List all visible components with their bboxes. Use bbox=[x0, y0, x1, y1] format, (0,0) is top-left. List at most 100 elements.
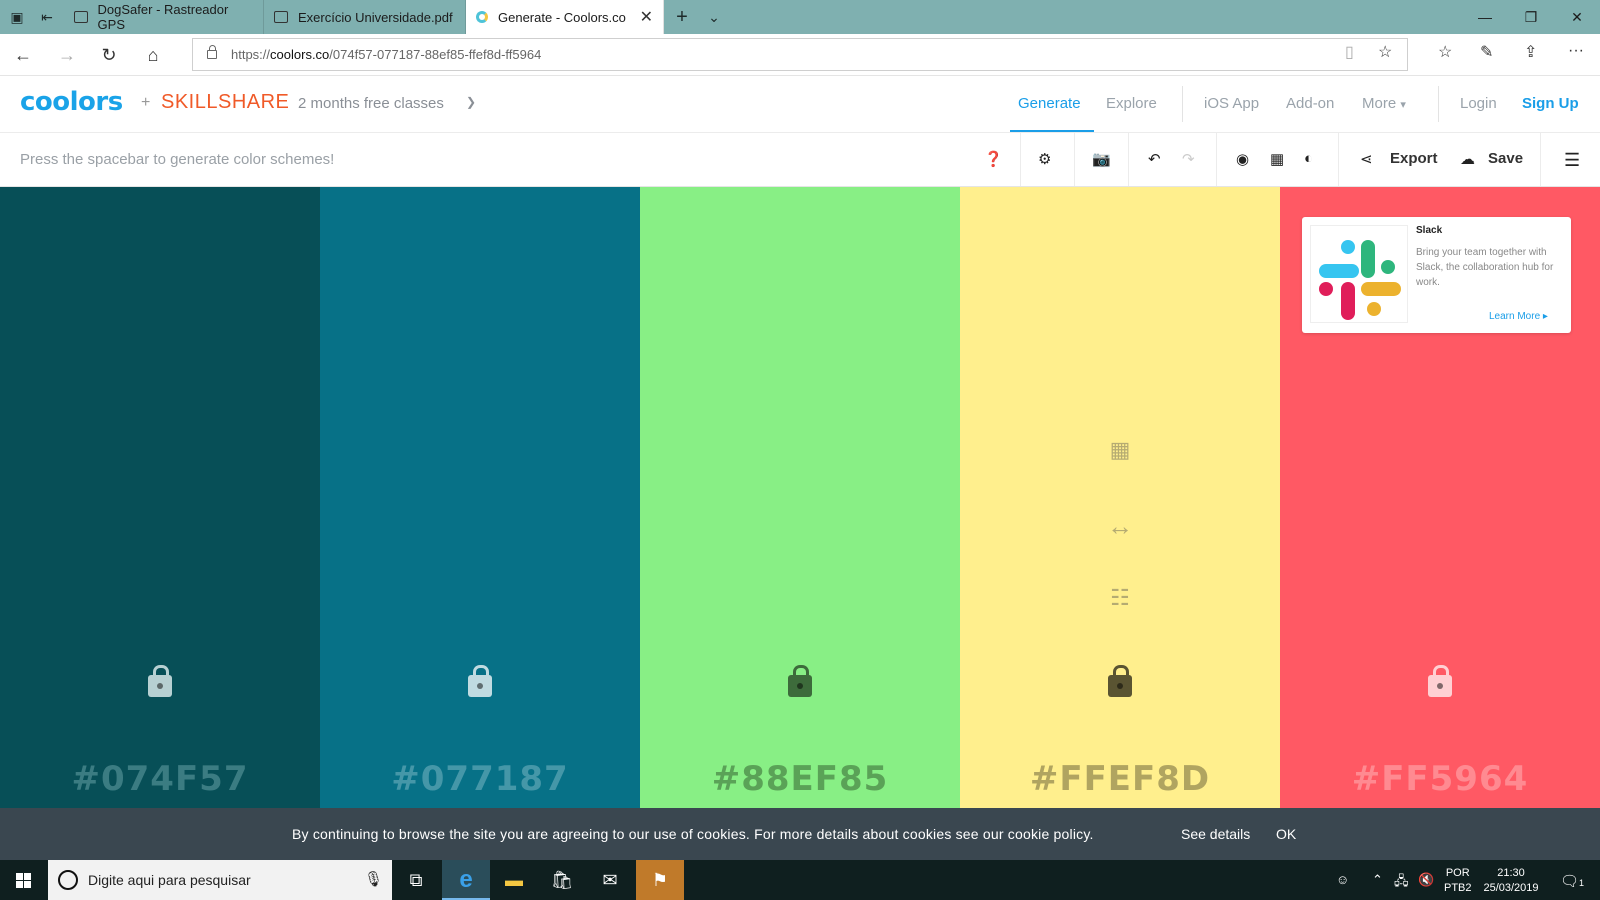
favorite-star-icon[interactable]: ☆ bbox=[1378, 42, 1392, 62]
hex-code[interactable]: #FFEF8D bbox=[960, 759, 1280, 799]
start-button[interactable] bbox=[0, 860, 48, 900]
url-field[interactable]: https://coolors.co/074f57-077187-88ef85-… bbox=[192, 38, 1408, 71]
ad-title: Slack bbox=[1416, 225, 1443, 236]
nav-addon[interactable]: Add-on bbox=[1286, 95, 1334, 112]
slack-ad[interactable]: Slack Bring your team together with Slac… bbox=[1302, 217, 1571, 333]
hex-code[interactable]: #FF5964 bbox=[1280, 759, 1600, 799]
taskbar-search[interactable]: Digite aqui para pesquisar 🎙 bbox=[48, 860, 392, 900]
tab-list-chevron-icon[interactable]: ⌄ bbox=[705, 8, 723, 26]
color-swatch[interactable]: #077187 bbox=[320, 187, 640, 808]
search-placeholder: Digite aqui para pesquisar bbox=[88, 872, 251, 888]
toolbar-divider bbox=[1074, 133, 1075, 186]
toolbar-divider bbox=[1020, 133, 1021, 186]
new-tab-icon[interactable]: + bbox=[673, 7, 691, 27]
active-nav-underline bbox=[1010, 130, 1094, 132]
lock-icon[interactable] bbox=[148, 665, 172, 697]
hex-code[interactable]: #88EF85 bbox=[640, 759, 960, 799]
see-details-link[interactable]: See details bbox=[1181, 826, 1250, 842]
adjust-sliders-icon[interactable]: ☷ bbox=[960, 585, 1280, 611]
cookie-banner: By continuing to browse the site you are… bbox=[0, 808, 1600, 860]
nav-login[interactable]: Login bbox=[1460, 95, 1497, 112]
color-swatch[interactable]: #88EF85 bbox=[640, 187, 960, 808]
cookie-ok-button[interactable]: OK bbox=[1276, 826, 1296, 842]
settings-gear-icon[interactable]: ⚙ bbox=[1038, 150, 1051, 168]
toolbar-divider bbox=[1540, 133, 1541, 186]
lock-icon[interactable] bbox=[788, 665, 812, 697]
share-icon[interactable]: ⇪ bbox=[1524, 42, 1537, 62]
cloud-upload-icon: ☁ bbox=[1460, 151, 1475, 168]
store-icon[interactable]: 🛍 bbox=[538, 860, 586, 900]
back-button[interactable]: ← bbox=[10, 42, 36, 68]
save-button[interactable]: Save bbox=[1488, 150, 1523, 167]
close-window-button[interactable]: ✕ bbox=[1554, 0, 1600, 34]
color-swatch[interactable]: ▦ ↔ ☷ #FFEF8D bbox=[960, 187, 1280, 808]
restore-button[interactable]: ❐ bbox=[1508, 0, 1554, 34]
refresh-button[interactable]: ↻ bbox=[96, 42, 122, 68]
nav-ios-app[interactable]: iOS App bbox=[1204, 95, 1259, 112]
tab-title: Exercício Universidade.pdf bbox=[298, 9, 453, 25]
lock-icon[interactable] bbox=[1428, 665, 1452, 697]
toolbar-divider bbox=[1128, 133, 1129, 186]
volume-muted-icon[interactable]: 🔇 bbox=[1418, 872, 1434, 888]
task-view-icon[interactable]: ⧉ bbox=[392, 860, 440, 900]
undo-icon[interactable]: ↶ bbox=[1148, 150, 1161, 168]
nav-divider bbox=[1438, 86, 1439, 122]
minimize-button[interactable]: — bbox=[1462, 0, 1508, 34]
learn-more-link[interactable]: Learn More ▸ bbox=[1489, 311, 1548, 322]
action-center-icon[interactable]: 🗨1 bbox=[1560, 872, 1584, 890]
coolors-logo[interactable]: coolors bbox=[20, 87, 123, 117]
tab-coolors[interactable]: Generate - Coolors.co ✕ bbox=[466, 0, 664, 34]
nav-divider bbox=[1182, 86, 1183, 122]
reading-view-icon[interactable]: ▯ bbox=[1345, 42, 1354, 62]
file-explorer-icon[interactable]: ▬ bbox=[490, 860, 538, 900]
nav-more[interactable]: More ▾ bbox=[1362, 95, 1406, 112]
more-menu-icon[interactable]: ··· bbox=[1568, 42, 1584, 60]
edge-browser-icon[interactable]: e bbox=[442, 860, 490, 900]
hamburger-menu-icon[interactable]: ☰ bbox=[1564, 150, 1580, 171]
app-icon[interactable]: ⚑ bbox=[636, 860, 684, 900]
forward-button[interactable]: → bbox=[54, 42, 80, 68]
nav-explore[interactable]: Explore bbox=[1106, 95, 1157, 112]
adjust-palette-icon[interactable]: ◐ bbox=[1304, 150, 1313, 167]
toolbar-divider bbox=[1338, 133, 1339, 186]
nav-signup[interactable]: Sign Up bbox=[1522, 95, 1579, 112]
cortana-icon[interactable] bbox=[58, 870, 78, 890]
shades-grid-icon[interactable]: ▦ bbox=[960, 437, 1280, 463]
pen-notes-icon[interactable]: ✎ bbox=[1480, 42, 1493, 62]
close-tab-icon[interactable]: ✕ bbox=[640, 7, 653, 27]
redo-icon[interactable]: ↷ bbox=[1182, 150, 1195, 168]
browser-tab-bar: ▣ ⇤ DogSafer - Rastreador GPS Exercício … bbox=[0, 0, 1600, 34]
people-icon[interactable]: ☺ bbox=[1336, 872, 1349, 887]
export-button[interactable]: Export bbox=[1390, 150, 1438, 167]
hex-code[interactable]: #074F57 bbox=[0, 759, 320, 799]
home-button[interactable]: ⌂ bbox=[140, 42, 166, 68]
clock[interactable]: 21:30 25/03/2019 bbox=[1476, 866, 1546, 896]
tab-manager-icon[interactable]: ▣ bbox=[8, 8, 26, 26]
set-aside-tabs-icon[interactable]: ⇤ bbox=[38, 8, 56, 26]
color-swatch[interactable]: #074F57 bbox=[0, 187, 320, 808]
nav-generate[interactable]: Generate bbox=[1018, 95, 1081, 112]
lock-icon bbox=[207, 45, 217, 59]
promo-link[interactable]: 2 months free classes bbox=[298, 95, 444, 112]
tab-pdf[interactable]: Exercício Universidade.pdf bbox=[264, 0, 466, 34]
view-eye-icon[interactable]: ◉ bbox=[1236, 150, 1249, 168]
camera-icon[interactable]: 📷 bbox=[1092, 150, 1111, 168]
microphone-icon[interactable]: 🎙 bbox=[364, 870, 383, 888]
help-icon[interactable]: ❓ bbox=[984, 150, 1003, 168]
hex-code[interactable]: #077187 bbox=[320, 759, 640, 799]
share-icon: ⋖ bbox=[1360, 151, 1373, 168]
show-hidden-icons-chevron-icon[interactable]: ⌃ bbox=[1372, 872, 1383, 888]
skillshare-logo[interactable]: SKILLSHARE bbox=[161, 91, 289, 114]
toolbar-divider bbox=[1216, 133, 1217, 186]
lock-icon[interactable] bbox=[468, 665, 492, 697]
ad-body: Bring your team together with Slack, the… bbox=[1416, 247, 1554, 288]
generator-toolbar: Press the spacebar to generate color sch… bbox=[0, 133, 1600, 187]
tab-dogsafer[interactable]: DogSafer - Rastreador GPS bbox=[64, 0, 264, 34]
language-indicator[interactable]: POR PTB2 bbox=[1444, 866, 1472, 896]
favorites-hub-icon[interactable]: ☆ bbox=[1438, 42, 1452, 62]
grid-view-icon[interactable]: ▦ bbox=[1270, 150, 1284, 168]
network-icon[interactable]: 🖧 bbox=[1394, 872, 1409, 894]
drag-arrows-icon[interactable]: ↔ bbox=[960, 511, 1280, 542]
lock-icon[interactable] bbox=[1108, 665, 1132, 697]
mail-icon[interactable]: ✉ bbox=[586, 860, 634, 900]
